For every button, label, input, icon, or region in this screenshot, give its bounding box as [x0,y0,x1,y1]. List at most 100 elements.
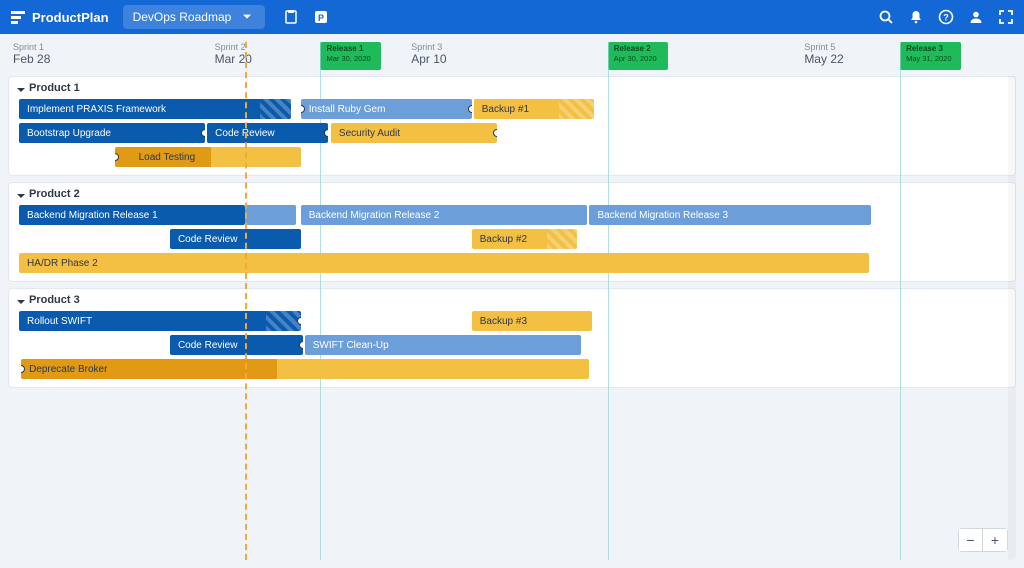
search-icon[interactable] [878,9,894,25]
task-bar[interactable]: Install Ruby Gem [301,99,472,119]
header-left-tools: P [283,9,329,25]
lane-row: Code Review Backup #2 [9,229,1015,251]
zoom-in-button[interactable]: + [983,529,1007,551]
timeline-canvas[interactable]: Sprint 1Feb 28Sprint 2Mar 20Sprint 3Apr … [8,42,1016,560]
app-root: ProductPlan DevOps Roadmap P ? Sprint 1F… [0,0,1024,568]
lane-row: Implement PRAXIS Framework Install Ruby G… [9,99,1015,121]
lane-row: Bootstrap Upgrade Code Review Security Aud… [9,123,1015,145]
svg-text:?: ? [943,13,949,23]
sprint-date: Feb 28 [13,52,50,66]
dependency-handle-icon[interactable] [299,341,303,349]
lane-body: Backend Migration Release 1 Backend Migra… [9,205,1015,281]
lane-row: Deprecate Broker [9,359,1015,381]
task-bar[interactable]: HA/DR Phase 2 [19,253,869,273]
zoom-out-button[interactable]: − [959,529,983,551]
release-date: Apr 30, 2020 [614,54,662,64]
user-icon[interactable] [968,9,984,25]
task-bar[interactable]: SWIFT Clean-Up [305,335,582,355]
bell-icon[interactable] [908,9,924,25]
task-bar[interactable]: Deprecate Broker [21,359,589,379]
hatch-overlay [559,99,594,119]
header-right-tools: ? [878,9,1014,25]
lane-row: HA/DR Phase 2 [9,253,1015,275]
help-icon[interactable]: ? [938,9,954,25]
lane-title: Product 2 [29,188,80,200]
release-gridline [320,42,321,560]
task-label: Backup #1 [482,104,529,115]
sprint-column: Sprint 3Apr 10 [411,42,446,66]
lane-header[interactable]: Product 2 [9,183,1015,205]
sprint-date: May 22 [804,52,843,66]
task-bar[interactable]: Security Audit [331,123,497,143]
task-bar[interactable]: Code Review [170,335,303,355]
sprint-column: Sprint 1Feb 28 [13,42,50,66]
lane-row: Backend Migration Release 1 Backend Migra… [9,205,1015,227]
release-gridline [608,42,609,560]
release-marker[interactable]: Release 2Apr 30, 2020 [608,42,668,70]
sprint-label: Sprint 5 [804,42,843,52]
task-bar[interactable]: Backup #3 [472,311,593,331]
dependency-handle-icon[interactable] [468,105,472,113]
task-bar[interactable]: Code Review [170,229,301,249]
svg-text:P: P [318,13,324,23]
lane: Product 2Backend Migration Release 1Back… [8,182,1016,282]
task-bar[interactable]: Implement PRAXIS Framework [19,99,291,119]
roadmap-name: DevOps Roadmap [133,10,232,24]
time-header: Sprint 1Feb 28Sprint 2Mar 20Sprint 3Apr … [8,42,1016,74]
task-bar[interactable]: Backend Migration Release 3 [589,205,871,225]
task-bar[interactable] [245,205,295,225]
release-name: Release 1 [326,44,374,54]
task-label: HA/DR Phase 2 [27,258,98,269]
task-label: Implement PRAXIS Framework [27,104,166,115]
zoom-control: − + [958,528,1008,552]
release-gridline [900,42,901,560]
brand-logo[interactable]: ProductPlan [10,9,109,25]
lane-header[interactable]: Product 3 [9,289,1015,311]
task-bar[interactable]: Backup #2 [472,229,578,249]
task-bar[interactable]: Rollout SWIFT [19,311,301,331]
task-label: Backup #2 [480,234,527,245]
fullscreen-icon[interactable] [998,9,1014,25]
app-header: ProductPlan DevOps Roadmap P ? [0,0,1024,34]
task-label: Load Testing [139,152,196,163]
brand-name: ProductPlan [32,10,109,25]
today-line [245,42,247,560]
task-label: Backend Migration Release 3 [597,210,728,221]
release-marker[interactable]: Release 1Mar 30, 2020 [320,42,380,70]
roadmap-selector[interactable]: DevOps Roadmap [123,5,266,29]
lane-body: Rollout SWIFT Backup #3 Code Review SWIFT C… [9,311,1015,387]
sprint-label: Sprint 3 [411,42,446,52]
dependency-handle-icon[interactable] [201,129,205,137]
release-name: Release 2 [614,44,662,54]
caret-down-icon [239,9,255,25]
dependency-handle-icon[interactable] [301,105,305,113]
dependency-handle-icon[interactable] [493,129,497,137]
hatch-overlay [547,229,577,249]
lanes-container: Product 1 Implement PRAXIS Framework Insta… [8,76,1016,394]
task-bar[interactable]: Code Review [207,123,328,143]
sprint-label: Sprint 1 [13,42,50,52]
parking-lot-icon[interactable]: P [313,9,329,25]
lane-header[interactable]: Product 1 [9,77,1015,99]
clipboard-icon[interactable] [283,9,299,25]
logo-icon [10,9,26,25]
task-bar[interactable]: Bootstrap Upgrade [19,123,205,143]
task-label: Install Ruby Gem [309,104,386,115]
sprint-column: Sprint 5May 22 [804,42,843,66]
task-label: Code Review [178,234,237,245]
task-bar[interactable]: Backup #1 [474,99,595,119]
release-date: Mar 30, 2020 [326,54,374,64]
scroll-edge[interactable] [1008,76,1016,560]
release-marker[interactable]: Release 3May 31, 2020 [900,42,960,70]
lane-body: Implement PRAXIS Framework Install Ruby G… [9,99,1015,175]
task-bar[interactable]: Backend Migration Release 2 [301,205,588,225]
task-bar[interactable]: ›Load Testing [115,147,301,167]
dependency-handle-icon[interactable] [297,317,301,325]
task-bar[interactable]: Backend Migration Release 1 [19,205,245,225]
dependency-handle-icon[interactable] [324,129,328,137]
task-label: Bootstrap Upgrade [27,128,111,139]
task-label: Security Audit [339,128,400,139]
task-label: SWIFT Clean-Up [313,340,389,351]
lane-row: ›Load Testing [9,147,1015,169]
lane-title: Product 1 [29,82,80,94]
